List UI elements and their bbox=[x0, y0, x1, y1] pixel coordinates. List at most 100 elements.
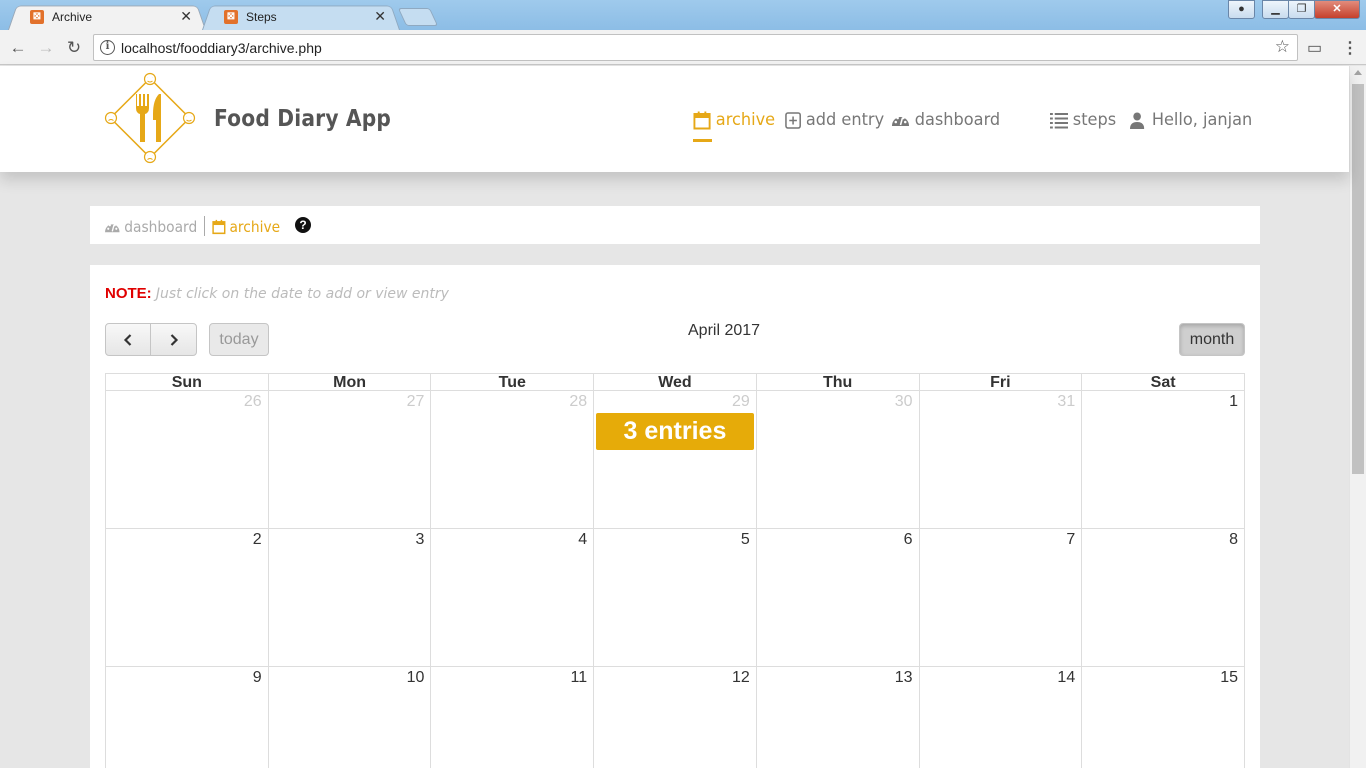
weekday-header: Fri bbox=[918, 373, 1083, 391]
day-number: 1 bbox=[1229, 393, 1238, 410]
back-button[interactable]: ← bbox=[7, 37, 29, 59]
close-window-button[interactable]: ✕ bbox=[1314, 0, 1360, 19]
food-diary-logo-icon[interactable] bbox=[104, 72, 196, 164]
calendar-day-cell[interactable]: 28 bbox=[430, 390, 595, 529]
calendar-day-cell[interactable]: 12 bbox=[593, 666, 757, 768]
weekday-header-row: Sun Mon Tue Wed Thu Fri Sat bbox=[105, 373, 1245, 391]
nav-archive[interactable]: archive bbox=[693, 110, 775, 130]
calendar-day-cell[interactable]: 8 bbox=[1081, 528, 1245, 667]
minimize-button[interactable]: ▁ bbox=[1262, 0, 1289, 19]
calendar-week-row: 2 3 4 5 6 7 8 bbox=[105, 528, 1245, 667]
dashboard-gauge-icon bbox=[891, 116, 910, 126]
day-number: 14 bbox=[1057, 669, 1076, 686]
today-button[interactable]: today bbox=[209, 323, 269, 356]
weekday-header: Sun bbox=[105, 373, 269, 391]
calendar-event-entries[interactable]: 3 entries bbox=[596, 413, 754, 450]
cast-icon[interactable]: ▭ bbox=[1307, 38, 1322, 58]
calendar-day-cell[interactable]: 29 3 entries bbox=[593, 390, 757, 529]
calendar-week-row: 26 27 28 29 3 entries 30 31 1 bbox=[105, 390, 1245, 529]
nav-archive-label: archive bbox=[715, 110, 776, 130]
window-controls: ● ▁ ❐ ✕ bbox=[1228, 0, 1360, 19]
calendar-day-cell[interactable]: 30 bbox=[755, 390, 920, 529]
browser-tab-steps[interactable]: ⊠ Steps ✕ bbox=[202, 3, 400, 31]
nav-add-entry[interactable]: add entry bbox=[785, 110, 884, 130]
calendar-day-cell[interactable]: 4 bbox=[430, 528, 595, 667]
calendar-day-cell[interactable]: 5 bbox=[593, 528, 757, 667]
weekday-header: Thu bbox=[755, 373, 920, 391]
calendar-day-cell[interactable]: 15 bbox=[1081, 666, 1245, 768]
help-question-icon[interactable]: ? bbox=[295, 217, 311, 233]
tab-close-icon[interactable]: ✕ bbox=[180, 8, 192, 25]
reload-button[interactable]: ↻ bbox=[63, 37, 85, 59]
weekday-header: Tue bbox=[430, 373, 595, 391]
info-icon[interactable]: i bbox=[100, 40, 115, 55]
tab-title: Archive bbox=[52, 9, 93, 24]
calendar-day-cell[interactable]: 1 bbox=[1081, 390, 1245, 529]
nav-user-greeting[interactable]: Hello, janjan bbox=[1130, 110, 1252, 130]
calendar-day-cell[interactable]: 31 bbox=[918, 390, 1083, 529]
chevron-left-icon bbox=[123, 333, 132, 346]
profile-icon[interactable]: ● bbox=[1228, 0, 1255, 19]
note-text: Just click on the date to add or view en… bbox=[155, 286, 449, 302]
calendar-icon bbox=[693, 111, 711, 129]
calendar-day-cell[interactable]: 9 bbox=[105, 666, 269, 768]
scroll-up-arrow-icon[interactable] bbox=[1354, 70, 1362, 75]
day-number: 10 bbox=[406, 669, 425, 686]
nav-steps[interactable]: steps bbox=[1050, 110, 1116, 130]
app-brand-title[interactable]: Food Diary App bbox=[214, 106, 391, 132]
calendar-week-row: 9 10 11 12 13 14 15 bbox=[105, 666, 1245, 768]
user-greeting-label: Hello, janjan bbox=[1151, 110, 1253, 130]
next-month-button[interactable] bbox=[150, 323, 197, 356]
active-nav-indicator bbox=[693, 139, 712, 142]
list-icon bbox=[1050, 112, 1069, 128]
plus-square-icon bbox=[785, 111, 801, 129]
forward-button[interactable]: → bbox=[35, 37, 57, 59]
day-number: 9 bbox=[252, 669, 262, 686]
day-number: 13 bbox=[894, 669, 913, 686]
calendar-day-cell[interactable]: 13 bbox=[755, 666, 920, 768]
weekday-header: Wed bbox=[593, 373, 757, 391]
calendar-day-cell[interactable]: 14 bbox=[918, 666, 1083, 768]
new-tab-button[interactable] bbox=[397, 8, 439, 26]
tab-close-icon[interactable]: ✕ bbox=[374, 8, 386, 25]
calendar-day-cell[interactable]: 11 bbox=[430, 666, 595, 768]
restore-button[interactable]: ❐ bbox=[1288, 0, 1315, 19]
day-number: 30 bbox=[894, 393, 913, 410]
day-number: 26 bbox=[243, 393, 262, 410]
nav-dashboard[interactable]: dashboard bbox=[891, 110, 1000, 130]
month-view-button[interactable]: month bbox=[1179, 323, 1245, 356]
breadcrumb-archive-label: archive bbox=[229, 218, 281, 236]
calendar-day-cell[interactable]: 26 bbox=[105, 390, 269, 529]
calendar-day-cell[interactable]: 7 bbox=[918, 528, 1083, 667]
app-header: Food Diary App archive add entry dashboa… bbox=[0, 66, 1349, 172]
day-number: 28 bbox=[569, 393, 588, 410]
calendar-day-cell[interactable]: 6 bbox=[755, 528, 920, 667]
weekday-header: Sat bbox=[1081, 373, 1245, 391]
menu-kebab-icon[interactable]: ⋮ bbox=[1342, 38, 1358, 58]
bookmark-star-icon[interactable]: ☆ bbox=[1275, 37, 1290, 57]
prev-month-button[interactable] bbox=[105, 323, 151, 356]
day-number: 8 bbox=[1229, 531, 1238, 548]
scrollbar-thumb[interactable] bbox=[1352, 84, 1364, 474]
day-number: 12 bbox=[732, 669, 750, 686]
browser-toolbar: ← → ↻ i localhost/fooddiary3/archive.php… bbox=[0, 30, 1366, 65]
day-number: 27 bbox=[406, 393, 425, 410]
day-number: 6 bbox=[903, 531, 913, 548]
calendar-day-cell[interactable]: 27 bbox=[267, 390, 432, 529]
browser-tab-archive[interactable]: ⊠ Archive ✕ bbox=[8, 3, 206, 31]
calendar-day-cell[interactable]: 10 bbox=[267, 666, 432, 768]
weekday-header: Mon bbox=[267, 373, 432, 391]
calendar-day-cell[interactable]: 3 bbox=[267, 528, 432, 667]
day-number: 4 bbox=[578, 531, 588, 548]
page-scrollbar[interactable] bbox=[1349, 66, 1366, 768]
nav-add-entry-label: add entry bbox=[805, 110, 885, 130]
browser-tabstrip: ⊠ Archive ✕ ⊠ Steps ✕ ● ▁ ❐ ✕ bbox=[0, 0, 1366, 31]
breadcrumb-dashboard[interactable]: dashboard bbox=[104, 218, 197, 236]
calendar-panel: NOTE: Just click on the date to add or v… bbox=[90, 265, 1260, 768]
user-icon bbox=[1130, 112, 1145, 129]
calendar-day-cell[interactable]: 2 bbox=[105, 528, 269, 667]
note: NOTE: Just click on the date to add or v… bbox=[105, 285, 449, 302]
day-number: 7 bbox=[1066, 531, 1076, 548]
address-bar[interactable]: i localhost/fooddiary3/archive.php ☆ bbox=[93, 34, 1298, 61]
breadcrumb-archive[interactable]: archive bbox=[212, 218, 280, 236]
